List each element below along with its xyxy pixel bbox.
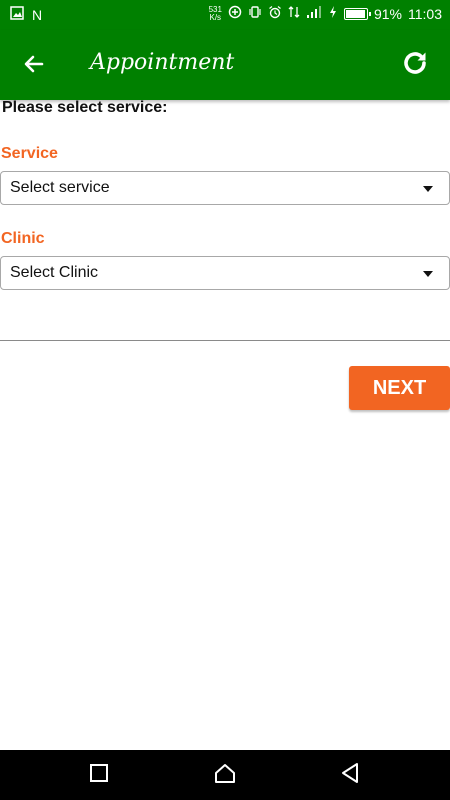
clinic-select-value: Select Clinic <box>10 264 99 281</box>
refresh-button[interactable] <box>396 46 434 84</box>
charging-icon <box>328 5 338 22</box>
battery-percent: 91% <box>373 5 402 22</box>
arrow-back-icon <box>22 52 46 81</box>
data-transfer-icon <box>288 5 300 22</box>
alarm-icon <box>268 5 282 22</box>
network-speed: 531 K/s <box>209 5 222 22</box>
status-left: N <box>10 6 42 23</box>
signal-icon <box>306 5 322 22</box>
status-right: 531 K/s 91% 11:03 <box>209 5 442 22</box>
network-speed-unit: K/s <box>209 12 222 22</box>
app-bar: Appointment <box>0 30 450 100</box>
clock: 11:03 <box>408 5 442 22</box>
square-icon <box>89 763 109 788</box>
back-nav-button[interactable] <box>338 762 362 789</box>
service-label: Service <box>1 145 58 162</box>
next-button[interactable]: NEXT <box>349 366 450 410</box>
clinic-select[interactable]: Select Clinic <box>0 256 450 290</box>
status-bar: N 531 K/s 91% 11:03 <box>0 0 450 30</box>
notification-letter: N <box>32 6 43 23</box>
page-title: Appointment <box>90 50 235 75</box>
recents-button[interactable] <box>87 763 111 787</box>
clinic-label: Clinic <box>1 230 45 247</box>
vibrate-icon <box>248 5 262 22</box>
service-select-value: Select service <box>10 179 110 196</box>
navigation-bar <box>0 750 450 800</box>
add-circle-icon <box>228 5 242 22</box>
battery-icon <box>343 7 371 20</box>
dropdown-arrow-icon <box>423 186 433 192</box>
select-service-prompt: Please select service: <box>2 99 168 116</box>
home-button[interactable] <box>213 763 237 787</box>
triangle-back-icon <box>340 762 360 789</box>
dropdown-arrow-icon <box>423 271 433 277</box>
home-icon <box>214 762 236 789</box>
refresh-icon <box>400 48 430 83</box>
back-button[interactable] <box>16 48 52 84</box>
image-notification-icon <box>10 6 24 23</box>
service-select[interactable]: Select service <box>0 171 450 205</box>
divider <box>0 340 450 341</box>
